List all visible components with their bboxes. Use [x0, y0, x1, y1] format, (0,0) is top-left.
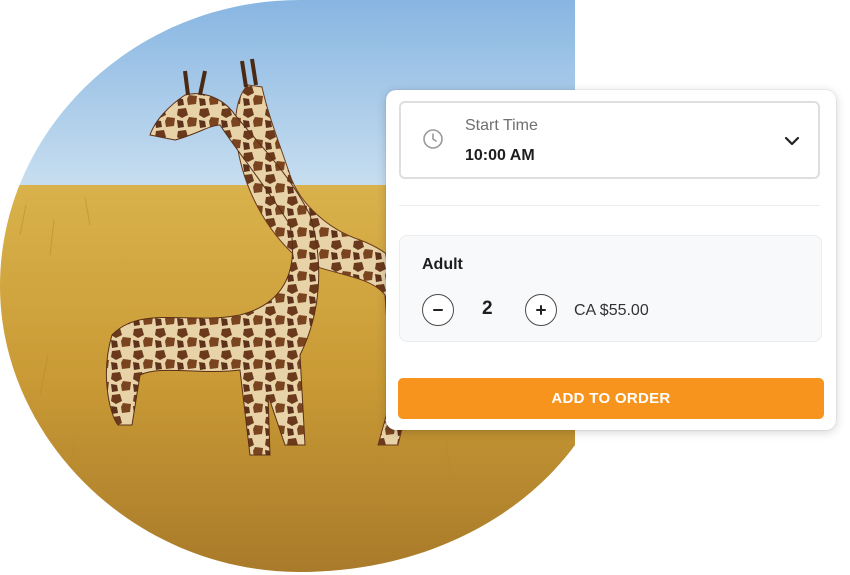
ticket-selector: Adult 2 CA $55.00 — [399, 235, 822, 342]
divider — [399, 205, 820, 206]
start-time-label: Start Time — [465, 117, 538, 134]
ticket-price: CA $55.00 — [574, 302, 649, 319]
start-time-value: 10:00 AM — [465, 147, 535, 164]
start-time-dropdown[interactable]: Start Time 10:00 AM — [399, 101, 820, 179]
clock-icon — [423, 129, 443, 149]
ticket-type-label: Adult — [422, 256, 463, 273]
add-to-order-button[interactable]: ADD TO ORDER — [398, 378, 824, 419]
increment-button[interactable] — [525, 294, 557, 326]
booking-card: Start Time 10:00 AM Adult 2 CA $55.00 AD… — [386, 90, 836, 430]
quantity-value: 2 — [482, 298, 493, 319]
decrement-button[interactable] — [422, 294, 454, 326]
plus-icon — [536, 305, 546, 315]
minus-icon — [433, 309, 443, 311]
chevron-down-icon — [784, 136, 800, 146]
